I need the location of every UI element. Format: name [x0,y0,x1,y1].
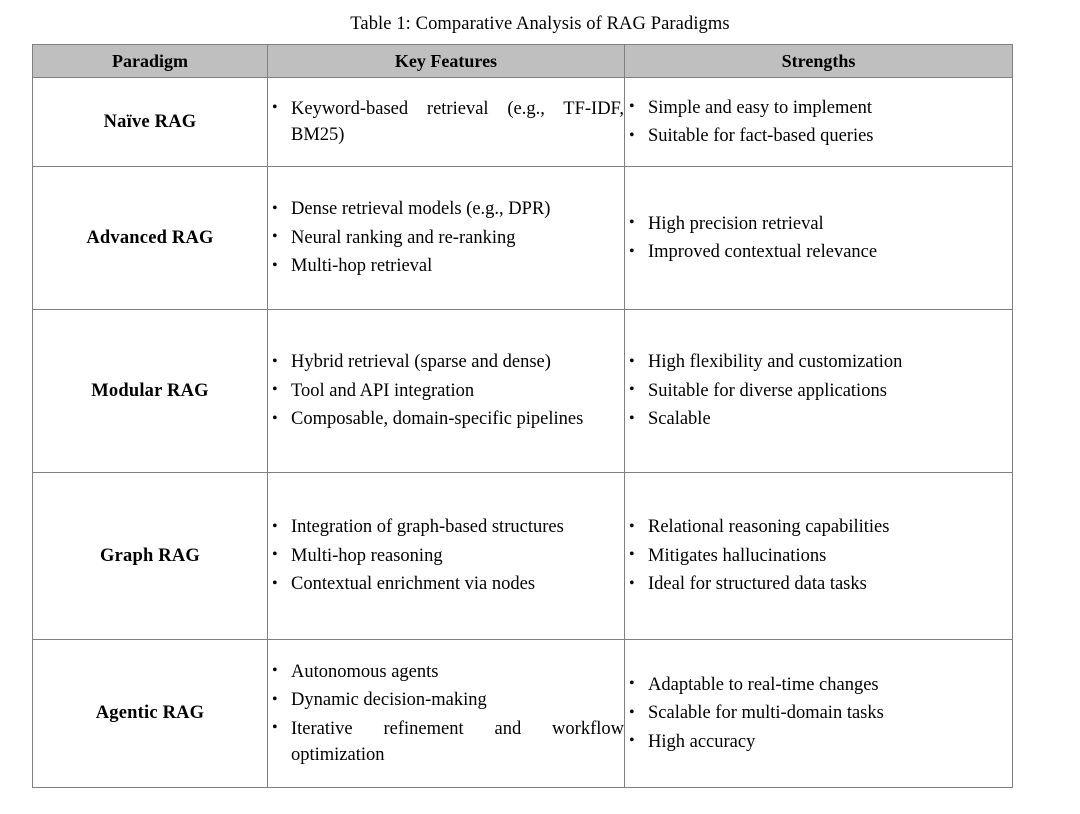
list-item: Tool and API integration [268,377,624,405]
table-row: Modular RAG Hybrid retrieval (sparse and… [32,309,1013,473]
cell-key-features: Keyword-based retrieval (e.g., TF-IDF, B… [267,77,625,167]
cell-strengths: Adaptable to real-time changes Scalable … [624,639,1013,788]
document-page: Table 1: Comparative Analysis of RAG Par… [0,0,1080,814]
list-item: Mitigates hallucinations [625,542,1012,570]
list-item: Scalable for multi-domain tasks [625,700,1012,727]
key-features-list: Hybrid retrieval (sparse and dense) Tool… [268,349,624,433]
strengths-list: High precision retrieval Improved contex… [625,210,1012,266]
column-header-key-features: Key Features [267,44,625,78]
cell-paradigm: Naïve RAG [32,77,268,167]
column-header-paradigm: Paradigm [32,44,268,78]
key-features-list: Integration of graph-based structures Mu… [268,514,624,598]
key-features-list: Autonomous agents Dynamic decision-makin… [268,658,624,769]
strengths-list: Adaptable to real-time changes Scalable … [625,671,1012,756]
table-caption: Table 1: Comparative Analysis of RAG Par… [350,14,730,34]
list-item: Keyword-based retrieval (e.g., TF-IDF, B… [268,95,624,149]
cell-key-features: Integration of graph-based structures Mu… [267,472,625,640]
table-container: Paradigm Key Features Strengths Naïve RA… [32,44,1013,788]
table-body: Naïve RAG Keyword-based retrieval (e.g.,… [32,77,1013,788]
strengths-list: High flexibility and customization Suita… [625,349,1012,433]
list-item: Dense retrieval models (e.g., DPR) [268,196,624,223]
cell-paradigm: Graph RAG [32,472,268,640]
list-item: Autonomous agents [268,658,624,686]
list-item: Suitable for fact-based queries [625,123,1012,150]
list-item: Composable, domain-specific pipelines [268,406,624,433]
cell-strengths: Simple and easy to implement Suitable fo… [624,77,1013,167]
strengths-list: Simple and easy to implement Suitable fo… [625,94,1012,150]
list-item: Scalable [625,406,1012,433]
table-row: Graph RAG Integration of graph-based str… [32,472,1013,640]
cell-key-features: Autonomous agents Dynamic decision-makin… [267,639,625,788]
list-item: High flexibility and customization [625,349,1012,376]
cell-paradigm: Modular RAG [32,309,268,473]
rag-comparison-table: Paradigm Key Features Strengths Naïve RA… [32,44,1013,788]
list-item: Multi-hop reasoning [268,542,624,570]
list-item: Ideal for structured data tasks [625,571,1012,598]
list-item: Hybrid retrieval (sparse and dense) [268,349,624,376]
list-item: High accuracy [625,728,1012,756]
list-item: Iterative refinement and work­flow optim… [268,715,624,769]
cell-paradigm: Advanced RAG [32,166,268,310]
list-item: Simple and easy to implement [625,94,1012,122]
column-header-strengths: Strengths [624,44,1013,78]
table-row: Naïve RAG Keyword-based retrieval (e.g.,… [32,77,1013,167]
table-row: Advanced RAG Dense retrieval models (e.g… [32,166,1013,310]
cell-paradigm: Agentic RAG [32,639,268,788]
list-item: Improved contextual relevance [625,239,1012,266]
cell-strengths: High precision retrieval Improved contex… [624,166,1013,310]
cell-strengths: Relational reasoning capabilities Mitiga… [624,472,1013,640]
cell-key-features: Dense retrieval models (e.g., DPR) Neura… [267,166,625,310]
list-item: High precision retrieval [625,210,1012,238]
list-item: Contextual enrichment via nodes [268,571,624,598]
key-features-list: Keyword-based retrieval (e.g., TF-IDF, B… [268,95,624,149]
list-item: Integration of graph-based structures [268,514,624,541]
header-row: Paradigm Key Features Strengths [32,44,1013,78]
cell-strengths: High flexibility and customization Suita… [624,309,1013,473]
cell-key-features: Hybrid retrieval (sparse and dense) Tool… [267,309,625,473]
table-row: Agentic RAG Autonomous agents Dynamic de… [32,639,1013,788]
list-item: Adaptable to real-time changes [625,671,1012,699]
table-header: Paradigm Key Features Strengths [32,44,1013,78]
list-item: Multi-hop retrieval [268,253,624,280]
list-item: Relational reasoning capabilities [625,514,1012,541]
list-item: Neural ranking and re-ranking [268,224,624,252]
key-features-list: Dense retrieval models (e.g., DPR) Neura… [268,196,624,280]
strengths-list: Relational reasoning capabilities Mitiga… [625,514,1012,598]
list-item: Dynamic decision-making [268,687,624,714]
list-item: Suitable for diverse applications [625,377,1012,405]
